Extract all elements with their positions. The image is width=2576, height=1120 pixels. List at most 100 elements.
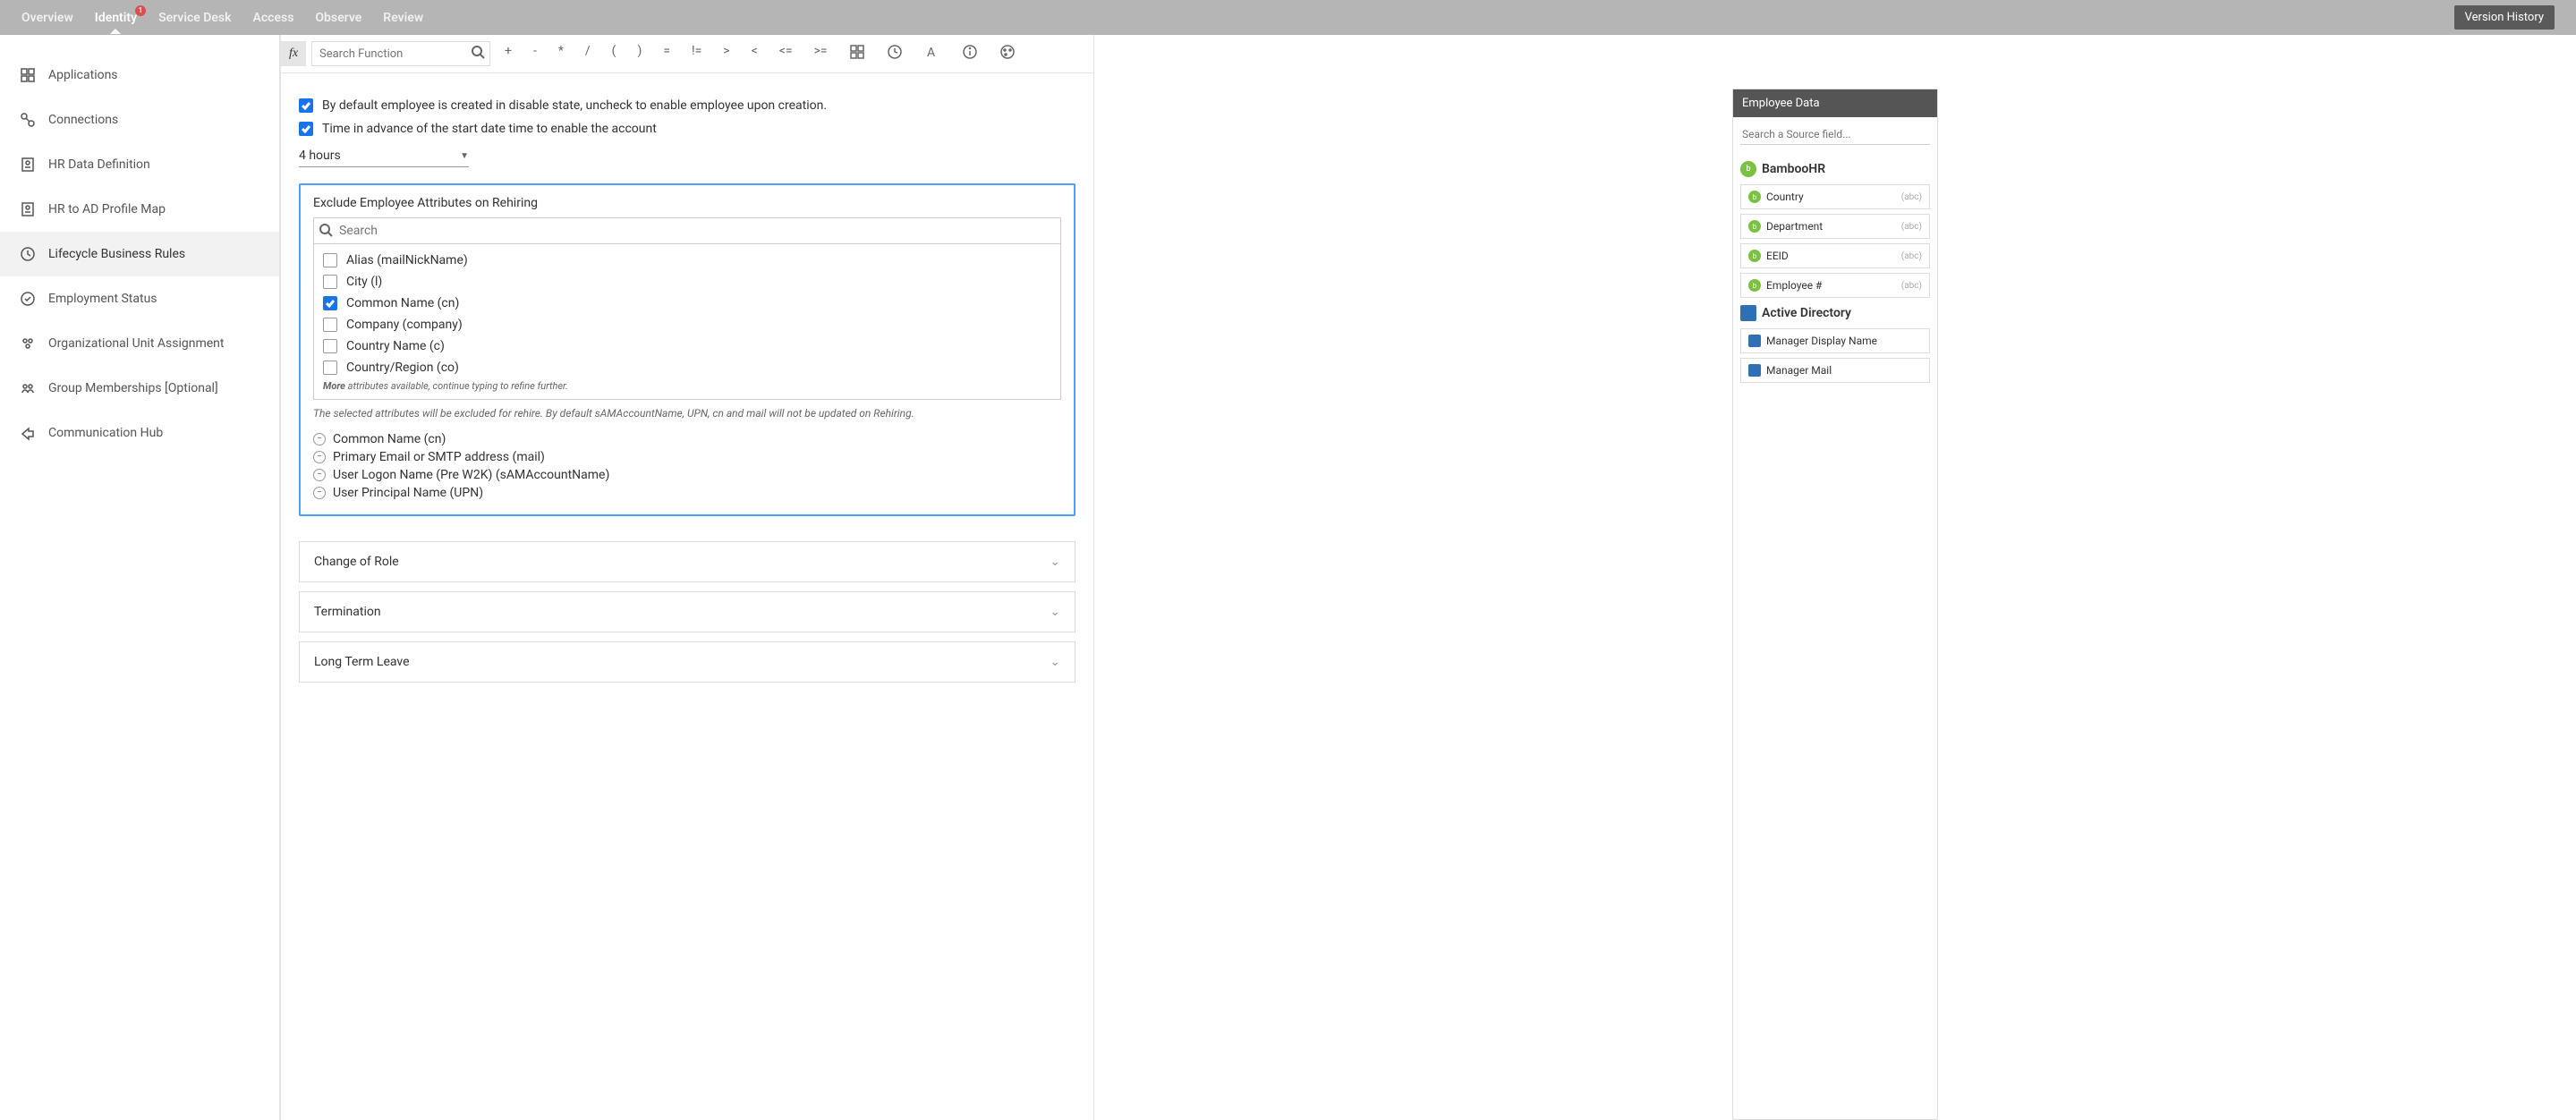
svg-text:A: A xyxy=(927,46,935,60)
nav-item-overview[interactable]: Overview xyxy=(21,11,73,25)
remove-icon[interactable]: − xyxy=(313,451,326,463)
sidebar-item-hr-to-ad-profile-map[interactable]: HR to AD Profile Map xyxy=(0,187,279,232)
attribute-label: Country/Region (co) xyxy=(346,361,459,375)
accordion-change-of-role[interactable]: Change of Role⌄ xyxy=(299,541,1075,582)
nav-item-access[interactable]: Access xyxy=(253,11,294,25)
operator--[interactable]: - xyxy=(528,40,542,67)
info-icon[interactable] xyxy=(956,40,983,67)
sidebar-item-label: HR Data Definition xyxy=(48,157,150,172)
field-pill[interactable]: Manager Mail xyxy=(1740,358,1930,383)
advance-time-select[interactable]: 4 hours ▼ xyxy=(299,145,469,167)
attribute-row[interactable]: Country/Region (co) xyxy=(323,357,1051,378)
sidebar-icon xyxy=(20,201,36,217)
sidebar-item-label: Connections xyxy=(48,113,118,127)
operator-=[interactable]: = xyxy=(658,40,676,67)
field-source-icon: b xyxy=(1748,279,1761,292)
remove-icon[interactable]: − xyxy=(313,487,326,499)
clock-icon[interactable] xyxy=(881,40,908,67)
attribute-checkbox[interactable] xyxy=(323,339,337,353)
field-source-icon xyxy=(1748,335,1761,347)
help-note: The selected attributes will be excluded… xyxy=(313,407,1061,420)
operator-+[interactable]: + xyxy=(499,40,517,67)
operator-/[interactable]: / xyxy=(580,40,596,67)
advance-time-label: Time in advance of the start date time t… xyxy=(322,122,657,136)
operator-)[interactable]: ) xyxy=(632,40,647,67)
field-pill[interactable]: bEmployee #(abc) xyxy=(1740,273,1930,298)
operator-list: +-* / () = != > < <= >= A xyxy=(499,40,1021,67)
field-pill[interactable]: bEEID(abc) xyxy=(1740,243,1930,268)
sidebar-icon xyxy=(20,157,36,173)
grid-icon[interactable] xyxy=(844,40,871,67)
attribute-row[interactable]: Country Name (c) xyxy=(323,335,1051,357)
sidebar-item-communication-hub[interactable]: Communication Hub xyxy=(0,411,279,455)
remove-icon[interactable]: − xyxy=(313,469,326,481)
attribute-checkbox[interactable] xyxy=(323,296,337,310)
palette-icon[interactable] xyxy=(994,40,1021,67)
source-logo-icon xyxy=(1740,305,1756,321)
attribute-checkbox[interactable] xyxy=(323,361,337,375)
sidebar-icon xyxy=(20,335,36,352)
sidebar-item-group-memberships-optional-[interactable]: Group Memberships [Optional] xyxy=(0,366,279,411)
sidebar-item-label: HR to AD Profile Map xyxy=(48,202,166,216)
nav-item-review[interactable]: Review xyxy=(383,11,423,25)
excluded-label: Primary Email or SMTP address (mail) xyxy=(333,450,545,464)
attribute-checkbox[interactable] xyxy=(323,318,337,332)
field-label: Department xyxy=(1766,220,1823,233)
default-disable-checkbox[interactable] xyxy=(299,98,313,113)
sidebar-item-lifecycle-business-rules[interactable]: Lifecycle Business Rules xyxy=(0,232,279,276)
attribute-row[interactable]: Alias (mailNickName) xyxy=(323,250,1051,271)
operator-<[interactable]: < xyxy=(746,40,763,67)
accordion-termination[interactable]: Termination⌄ xyxy=(299,591,1075,632)
nav-item-observe[interactable]: Observe xyxy=(315,11,361,25)
sidebar-item-hr-data-definition[interactable]: HR Data Definition xyxy=(0,142,279,187)
formula-toolbar: fx +-* / () = != > < <= >= A xyxy=(281,35,1093,73)
sidebar-icon xyxy=(20,67,36,83)
attribute-row[interactable]: Common Name (cn) xyxy=(323,293,1051,314)
source-search-input[interactable] xyxy=(1740,124,1930,145)
field-source-icon: b xyxy=(1748,220,1761,233)
sidebar-item-applications[interactable]: Applications xyxy=(0,53,279,98)
attribute-row[interactable]: Company (company) xyxy=(323,314,1051,335)
remove-icon[interactable]: − xyxy=(313,433,326,445)
version-history-button[interactable]: Version History xyxy=(2454,5,2555,30)
attribute-search-input[interactable] xyxy=(313,217,1061,244)
operator-!=[interactable]: != xyxy=(686,40,707,67)
sidebar-item-employment-status[interactable]: Employment Status xyxy=(0,276,279,321)
nav-item-service-desk[interactable]: Service Desk xyxy=(158,11,231,25)
fx-icon: fx xyxy=(281,41,306,66)
sidebar-item-label: Group Memberships [Optional] xyxy=(48,381,218,395)
field-pill[interactable]: bDepartment(abc) xyxy=(1740,214,1930,239)
operator-([interactable]: ( xyxy=(607,40,622,67)
operator-<=[interactable]: <= xyxy=(774,40,798,67)
field-pill[interactable]: Manager Display Name xyxy=(1740,328,1930,353)
operator->=[interactable]: >= xyxy=(809,40,833,67)
advance-time-value: 4 hours xyxy=(299,148,341,163)
sidebar-item-organizational-unit-assignment[interactable]: Organizational Unit Assignment xyxy=(0,321,279,366)
accordion-long-term-leave[interactable]: Long Term Leave ⌄ xyxy=(299,641,1075,683)
search-icon xyxy=(471,45,485,59)
field-source-icon xyxy=(1748,364,1761,377)
source-header-bamboohr[interactable]: bBambooHR xyxy=(1740,161,1930,177)
operator->[interactable]: > xyxy=(718,40,735,67)
attribute-checkbox[interactable] xyxy=(323,253,337,267)
attribute-row[interactable]: City (l) xyxy=(323,271,1051,293)
source-header-active-directory[interactable]: Active Directory xyxy=(1740,305,1930,321)
attribute-list: Alias (mailNickName)City (l) Common Name … xyxy=(313,244,1061,400)
operator-*[interactable]: * xyxy=(553,40,569,67)
attribute-label: Country Name (c) xyxy=(346,339,445,353)
attribute-checkbox[interactable] xyxy=(323,275,337,289)
main-content: fx +-*/()=!=><<=>=A By default employee … xyxy=(280,35,1094,1120)
sources-list: bBambooHRbCountry(abc)bDepartment(abc)bE… xyxy=(1740,161,1930,383)
accordion-label: Long Term Leave xyxy=(314,655,410,669)
field-pill[interactable]: bCountry(abc) xyxy=(1740,184,1930,209)
text-icon[interactable]: A xyxy=(919,40,946,67)
advance-time-checkbox[interactable] xyxy=(299,122,313,136)
attribute-label: Common Name (cn) xyxy=(346,296,459,310)
search-function-input[interactable] xyxy=(311,41,490,66)
field-label: EEID xyxy=(1766,250,1789,262)
source-name: BambooHR xyxy=(1762,162,1825,176)
chevron-down-icon: ⌄ xyxy=(1050,655,1060,669)
exclude-attributes-panel: Exclude Employee Attributes on Rehiring … xyxy=(299,183,1075,516)
sidebar-item-connections[interactable]: Connections xyxy=(0,98,279,142)
nav-item-identity[interactable]: Identity1 xyxy=(95,11,137,25)
